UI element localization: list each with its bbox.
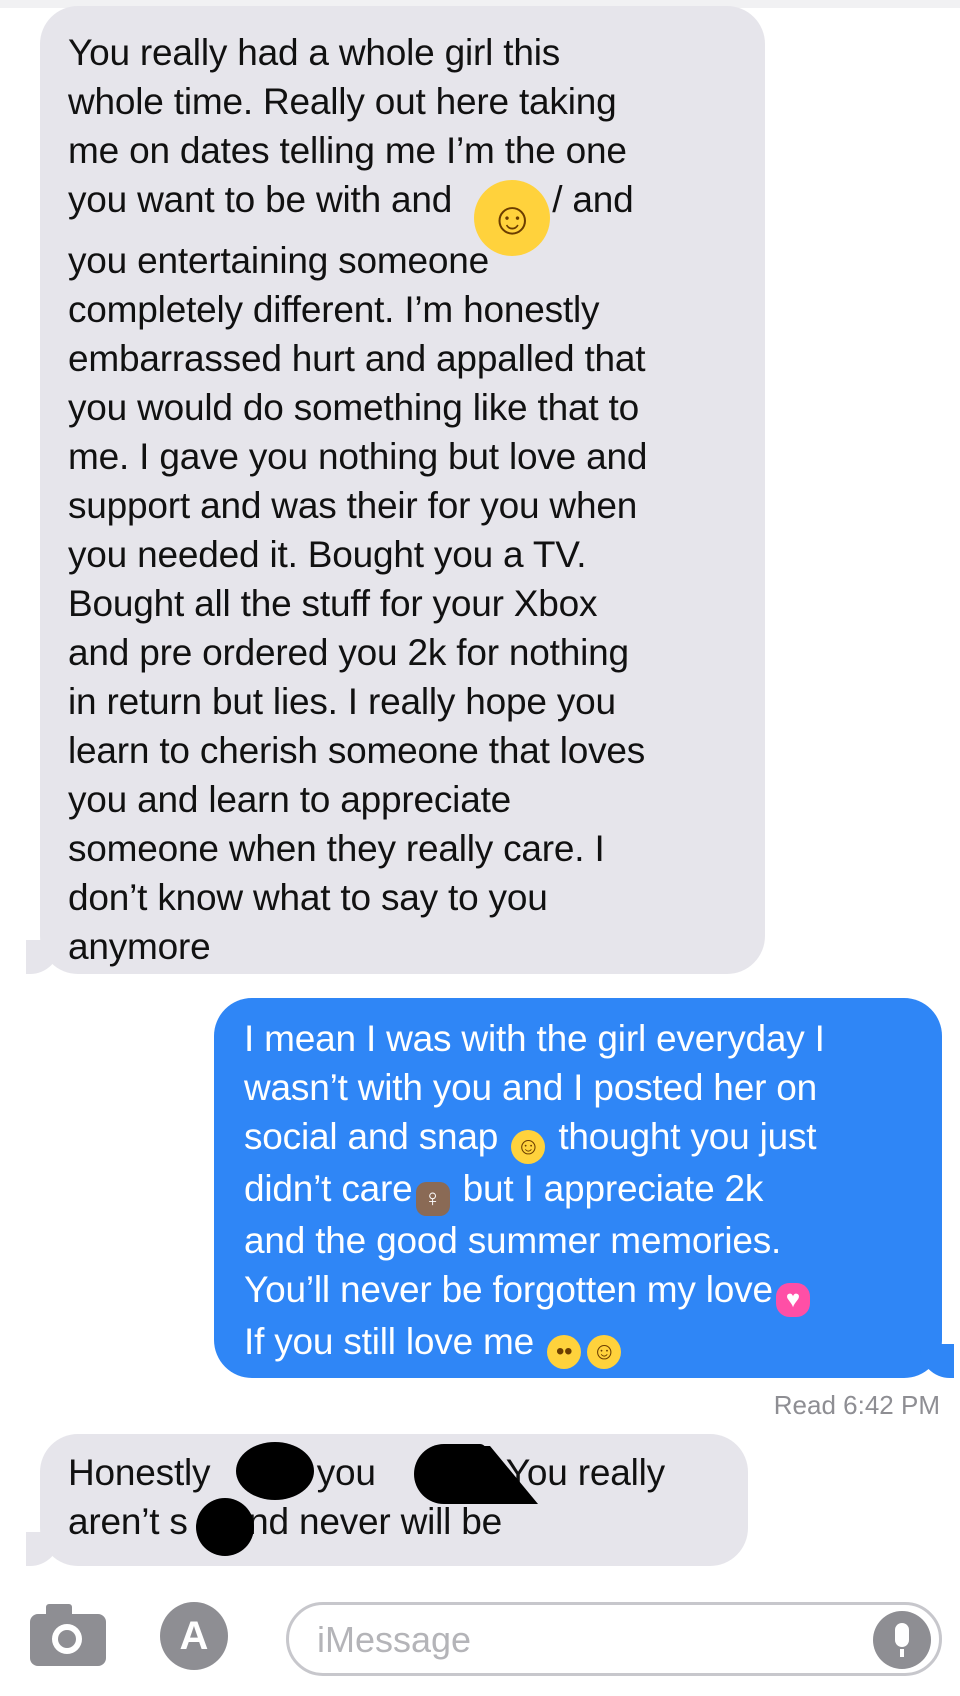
message-line: support and was their for you when: [68, 485, 638, 526]
message-line: you want to be with and ☺ / and: [68, 175, 739, 256]
message-input-bar: A iMessage: [0, 1590, 960, 1696]
message-line: If you still love me •• ☺: [244, 1317, 922, 1369]
message-line: you needed it. Bought you a TV.: [68, 534, 587, 575]
sent-message-bubble[interactable]: I mean I was with the girl everyday I wa…: [214, 998, 942, 1378]
message-line: Honestly k you You really: [68, 1452, 665, 1493]
message-input-field[interactable]: iMessage: [286, 1602, 942, 1676]
message-line: embarrassed hurt and appalled that: [68, 338, 646, 379]
message-line: You really had a whole girl this: [68, 32, 561, 73]
message-line: wasn’t with you and I posted her on: [244, 1067, 818, 1108]
message-placeholder: iMessage: [317, 1619, 472, 1660]
bubble-tail: [26, 1532, 60, 1566]
message-line: in return but lies. I really hope you: [68, 681, 616, 722]
message-line: aren’t s and never will be: [68, 1501, 502, 1542]
camera-lens: [52, 1624, 82, 1654]
bubble-tail: [26, 940, 60, 974]
received-message-bubble[interactable]: Honestly k you You really aren’t s and neve…: [40, 1434, 748, 1566]
message-line: learn to cherish someone that loves: [68, 730, 646, 771]
message-line: you entertaining someone: [68, 240, 489, 281]
two-hearts-emoji-icon: ♥: [775, 1283, 810, 1317]
message-line: I mean I was with the girl everyday I: [244, 1018, 825, 1059]
redaction-mark: [196, 1498, 254, 1556]
message-line: me on dates telling me I’m the one: [68, 130, 627, 171]
message-line: completely different. I’m honestly: [68, 289, 600, 330]
message-line: someone when they really care. I: [68, 828, 605, 869]
app-store-glyph: A: [160, 1602, 228, 1670]
app-store-icon[interactable]: A: [160, 1602, 238, 1674]
pleading-face-emoji-icon: ••: [547, 1335, 582, 1369]
message-line: didn’t care ♀ but I appreciate 2k: [244, 1164, 922, 1216]
received-message-bubble[interactable]: You really had a whole girl this whole t…: [40, 6, 765, 974]
grinning-sweat-emoji-icon: ☺: [511, 1130, 546, 1164]
person-shrugging-emoji-icon: ♀: [415, 1182, 450, 1216]
bubble-tail: [920, 1344, 954, 1378]
read-receipt: Read 6:42 PM: [773, 1390, 940, 1420]
grinning-sweat-emoji-icon: ☺: [587, 1335, 622, 1369]
redaction-mark: [236, 1442, 314, 1500]
message-line: you would do something like that to: [68, 387, 639, 428]
message-line: social and snap ☺ thought you just: [244, 1112, 922, 1164]
message-line: anymore: [68, 926, 211, 967]
message-line: and the good summer memories.: [244, 1220, 782, 1261]
message-line: and pre ordered you 2k for nothing: [68, 632, 629, 673]
camera-icon[interactable]: [30, 1604, 106, 1666]
microphone-icon[interactable]: [873, 1611, 931, 1669]
message-line: Bought all the stuff for your Xbox: [68, 583, 598, 624]
message-line: You’ll never be forgotten my love ♥: [244, 1265, 922, 1317]
message-line: don’t know what to say to you: [68, 877, 548, 918]
message-line: you and learn to appreciate: [68, 779, 512, 820]
message-line: me. I gave you nothing but love and: [68, 436, 648, 477]
message-line: whole time. Really out here taking: [68, 81, 617, 122]
